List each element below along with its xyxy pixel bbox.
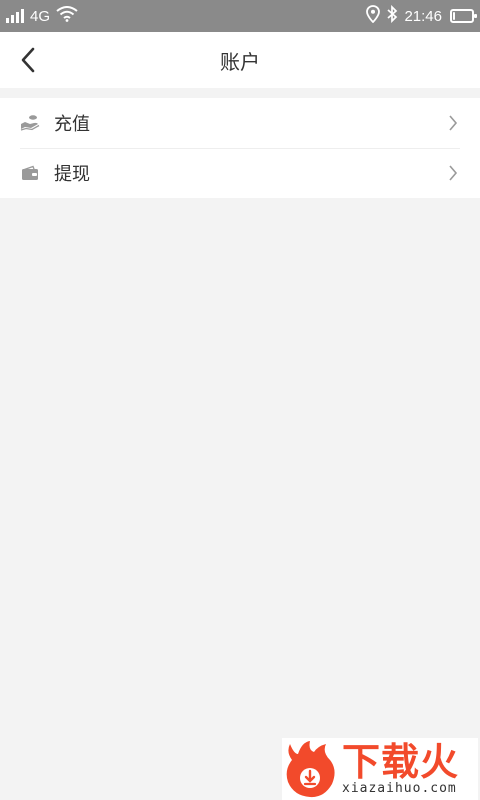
account-menu: 充值 提现 bbox=[0, 98, 480, 198]
chevron-right-icon bbox=[446, 165, 460, 181]
watermark: 下载火 xiazaihuo.com bbox=[282, 738, 478, 800]
status-bar: 4G 21:46 bbox=[0, 0, 480, 32]
signal-icon bbox=[6, 9, 24, 23]
section-gap bbox=[0, 88, 480, 98]
battery-level bbox=[453, 12, 455, 20]
watermark-brand-cn: 下载火 bbox=[342, 739, 460, 784]
watermark-brand-en: xiazaihuo.com bbox=[342, 780, 457, 796]
battery-icon bbox=[450, 9, 477, 23]
hand-coin-icon bbox=[20, 113, 40, 133]
menu-item-recharge[interactable]: 充值 bbox=[0, 98, 480, 148]
bluetooth-icon bbox=[386, 4, 398, 27]
wallet-icon bbox=[20, 163, 40, 183]
status-right: 21:46 bbox=[366, 4, 477, 27]
clock: 21:46 bbox=[404, 7, 442, 25]
menu-item-label: 提现 bbox=[54, 164, 90, 185]
flame-logo-icon bbox=[286, 741, 335, 798]
chevron-left-icon bbox=[21, 47, 35, 73]
back-button[interactable] bbox=[10, 42, 46, 78]
status-left: 4G bbox=[6, 6, 78, 26]
location-icon bbox=[366, 5, 381, 27]
chevron-right-icon bbox=[446, 115, 460, 131]
menu-item-label: 充值 bbox=[54, 114, 90, 135]
app-header: 账户 bbox=[0, 32, 480, 88]
menu-item-withdraw[interactable]: 提现 bbox=[0, 148, 480, 198]
watermark-text: 下载火 xiazaihuo.com bbox=[342, 743, 459, 796]
wifi-icon bbox=[56, 6, 78, 26]
network-type: 4G bbox=[30, 7, 51, 25]
page-title: 账户 bbox=[220, 49, 260, 74]
